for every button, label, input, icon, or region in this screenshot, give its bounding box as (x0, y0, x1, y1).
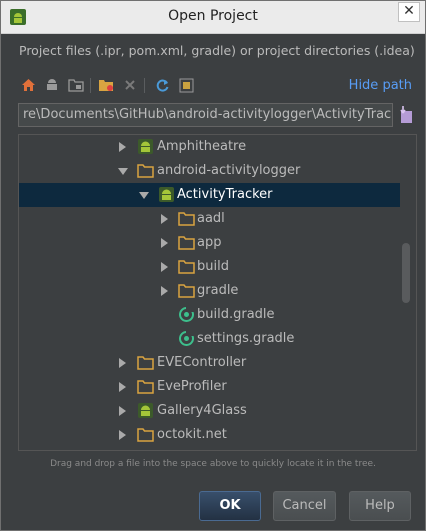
collapse-arrow-icon[interactable] (118, 168, 128, 175)
path-input[interactable]: re\Documents\GitHub\android-activitylogg… (18, 103, 393, 127)
show-hidden-icon[interactable] (176, 75, 196, 95)
home-icon[interactable] (18, 75, 38, 95)
tree-item-label: build (197, 259, 229, 274)
tree-item[interactable]: build (19, 255, 400, 279)
tree-item[interactable]: octokit.net (19, 423, 400, 447)
folder-icon (137, 164, 154, 178)
tree-item[interactable]: EVEController (19, 351, 400, 375)
file-toolbar (18, 75, 238, 97)
tree-item-label: Amphitheatre (157, 139, 247, 154)
expand-arrow-icon[interactable] (119, 382, 126, 392)
expand-arrow-icon[interactable] (161, 214, 168, 224)
collapse-arrow-icon[interactable] (139, 192, 149, 199)
title-bar: Open Project ✕ (1, 1, 425, 34)
tree-item[interactable]: gradle (19, 279, 400, 303)
dialog-title: Open Project (168, 8, 258, 24)
tree-item-label: EVEController (157, 355, 247, 370)
toolbar-divider (90, 78, 91, 93)
expand-arrow-icon[interactable] (119, 142, 126, 152)
tree-item-label: app (197, 235, 222, 250)
expand-arrow-icon[interactable] (119, 358, 126, 368)
tree-item[interactable]: build.gradle (19, 303, 400, 327)
folder-icon (137, 380, 154, 394)
expand-arrow-icon[interactable] (161, 238, 168, 248)
project-folder-icon[interactable] (66, 75, 86, 95)
desktop-icon[interactable] (42, 75, 62, 95)
tree-scrollbar[interactable] (402, 243, 410, 303)
folder-icon (178, 260, 195, 274)
tree-item[interactable]: Gallery4Glass (19, 399, 400, 423)
expand-arrow-icon[interactable] (119, 430, 126, 440)
tree-item-label: gradle (197, 283, 239, 298)
new-folder-icon[interactable] (96, 75, 116, 95)
delete-icon[interactable] (120, 75, 140, 95)
open-project-dialog: Open Project ✕ Project files (.ipr, pom.… (0, 0, 426, 531)
android-module-icon (138, 403, 153, 418)
tree-item-label: octokit.net (157, 427, 227, 442)
tree-item-selected[interactable]: ActivityTracker (19, 183, 400, 207)
tree-item[interactable]: android-activitylogger (19, 159, 400, 183)
expand-arrow-icon[interactable] (119, 406, 126, 416)
tree-item[interactable]: aadl (19, 207, 400, 231)
expand-arrow-icon[interactable] (161, 262, 168, 272)
folder-icon (178, 284, 195, 298)
tree-item-label: android-activitylogger (157, 163, 301, 178)
refresh-icon[interactable] (152, 75, 172, 95)
toolbar-divider (144, 78, 145, 93)
gradle-file-icon (179, 307, 194, 322)
ok-button[interactable]: OK (199, 491, 261, 521)
tree-item-label: settings.gradle (197, 331, 295, 346)
tree-item-label: EveProfiler (157, 379, 227, 394)
expand-arrow-icon[interactable] (161, 286, 168, 296)
drag-drop-hint: Drag and drop a file into the space abov… (50, 459, 376, 469)
file-tree[interactable]: Amphitheatre android-activitylogger Acti… (18, 134, 417, 451)
path-history-icon[interactable] (398, 105, 416, 125)
android-module-icon (138, 139, 153, 154)
folder-icon (178, 212, 195, 226)
hide-path-link[interactable]: Hide path (349, 78, 412, 93)
help-button[interactable]: Help (349, 491, 411, 521)
close-button[interactable]: ✕ (398, 2, 420, 22)
tree-item-label: aadl (197, 211, 225, 226)
gradle-file-icon (179, 331, 194, 346)
folder-icon (178, 236, 195, 250)
dialog-description: Project files (.ipr, pom.xml, gradle) or… (19, 43, 415, 58)
tree-item[interactable]: app (19, 231, 400, 255)
folder-icon (137, 356, 154, 370)
cancel-button[interactable]: Cancel (273, 491, 336, 521)
tree-item-label: Gallery4Glass (157, 403, 247, 418)
tree-item[interactable]: EveProfiler (19, 375, 400, 399)
tree-item[interactable]: Amphitheatre (19, 135, 400, 159)
tree-item-label: build.gradle (197, 307, 275, 322)
folder-icon (137, 428, 154, 442)
tree-item[interactable]: settings.gradle (19, 327, 400, 351)
tree-item-label: ActivityTracker (177, 187, 273, 202)
android-module-icon (159, 187, 174, 202)
